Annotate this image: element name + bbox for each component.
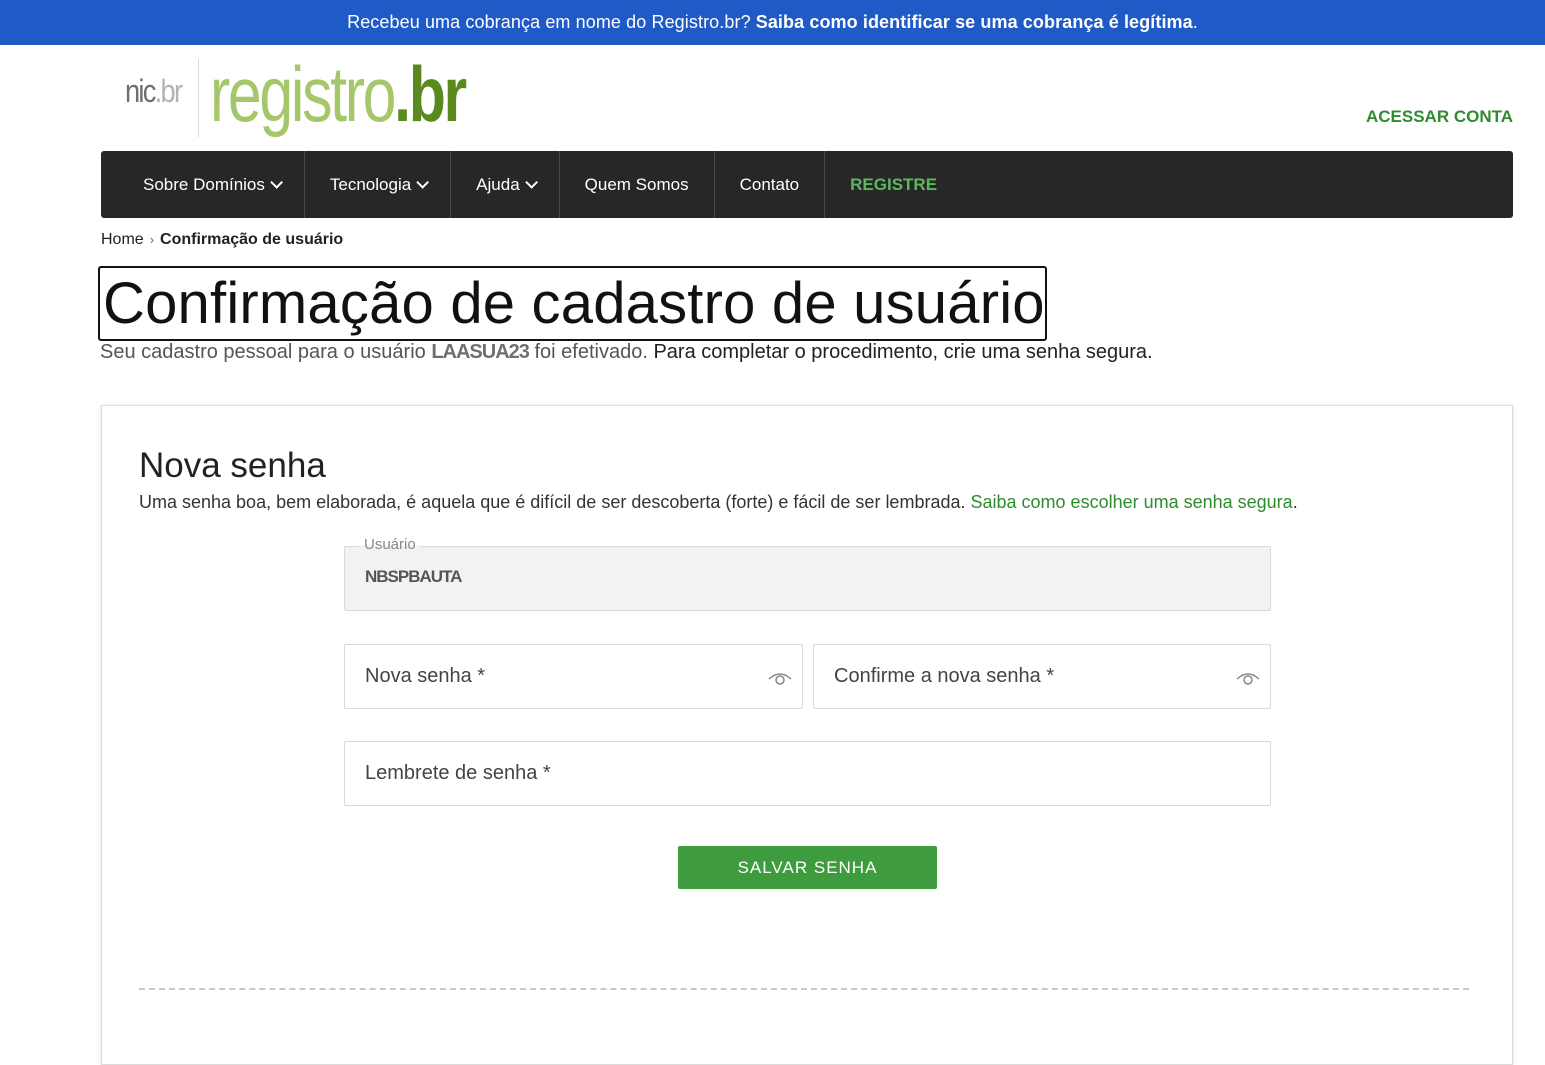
card-description: Uma senha boa, bem elaborada, é aquela q… — [139, 492, 1298, 513]
new-password-placeholder: Nova senha * — [365, 665, 486, 687]
registro-br-logo[interactable]: registro.br — [210, 49, 467, 140]
username-value: NBSPBAUTA — [365, 567, 462, 586]
subtitle-start: Seu cadastro pessoal para o usuário — [100, 341, 426, 363]
registro-logo-text: registro — [210, 50, 396, 138]
nav-item-label: Tecnologia — [329, 174, 412, 194]
card-title: Nova senha — [139, 446, 326, 485]
chevron-down-icon — [416, 176, 430, 189]
nav-item-ajuda[interactable]: Ajuda — [451, 151, 560, 218]
password-hint-placeholder: Lembrete de senha * — [365, 762, 551, 784]
nav-item-quem-somos[interactable]: Quem Somos — [560, 151, 715, 218]
eye-icon[interactable] — [768, 667, 792, 687]
section-divider — [139, 988, 1469, 990]
username-field: Usuário NBSPBAUTA — [344, 536, 1271, 611]
confirm-password-field[interactable]: Confirme a nova senha * — [813, 644, 1271, 709]
nav-item-registre[interactable]: REGISTRE — [825, 151, 962, 218]
page-title: Confirmação de cadastro de usuário — [98, 266, 1047, 341]
alert-text: Recebeu uma cobrança em nome do Registro… — [347, 12, 751, 32]
top-alert-banner: Recebeu uma cobrança em nome do Registro… — [0, 0, 1545, 45]
nic-br-logo[interactable]: nic.br — [125, 73, 183, 110]
breadcrumb: Home › Confirmação de usuário — [101, 231, 343, 249]
subtitle-username: LAASUA23 — [431, 341, 530, 363]
nic-logo-br: .br — [154, 73, 183, 109]
eye-icon[interactable] — [1236, 667, 1260, 687]
site-header: nic.br registro.br ACESSAR CONTA — [0, 45, 1545, 151]
password-card: Nova senha Uma senha boa, bem elaborada,… — [101, 405, 1513, 1065]
username-label: Usuário — [359, 536, 421, 553]
chevron-down-icon — [270, 176, 283, 189]
password-hint-field[interactable]: Lembrete de senha * — [344, 741, 1271, 806]
nav-item-contato[interactable]: Contato — [715, 151, 826, 218]
alert-link[interactable]: Saiba como identificar se uma cobrança é… — [756, 12, 1193, 33]
card-desc-end: . — [1292, 492, 1298, 512]
breadcrumb-separator: › — [149, 232, 155, 247]
nav-item-sobre-dominios[interactable]: Sobre Domínios — [101, 151, 305, 218]
confirm-password-placeholder: Confirme a nova senha * — [834, 665, 1055, 687]
subtitle-strong: Para completar o procedimento, crie uma … — [653, 341, 1153, 363]
card-desc-text: Uma senha boa, bem elaborada, é aquela q… — [139, 492, 966, 512]
nic-logo-text: nic — [125, 73, 156, 109]
page-subtitle: Seu cadastro pessoal para o usuário LAAS… — [100, 341, 1153, 364]
save-password-button[interactable]: SALVAR SENHA — [678, 846, 937, 889]
nav-item-label: Quem Somos — [584, 174, 689, 194]
main-nav: Sobre Domínios Tecnologia Ajuda Quem Som… — [101, 151, 1513, 218]
chevron-down-icon — [524, 176, 538, 189]
nav-item-label: Ajuda — [476, 174, 520, 194]
alert-end: . — [1192, 12, 1198, 32]
logo-divider — [198, 59, 199, 137]
nav-item-tecnologia[interactable]: Tecnologia — [305, 151, 452, 218]
access-account-link[interactable]: ACESSAR CONTA — [1366, 107, 1513, 127]
breadcrumb-home[interactable]: Home — [101, 231, 144, 248]
secure-password-link[interactable]: Saiba como escolher uma senha segura — [971, 492, 1293, 512]
nav-item-label: Contato — [739, 174, 800, 194]
nav-item-label: REGISTRE — [850, 174, 938, 194]
nav-item-label: Sobre Domínios — [143, 174, 265, 194]
new-password-field[interactable]: Nova senha * — [344, 644, 803, 709]
subtitle-mid: foi efetivado. — [534, 341, 648, 363]
registro-logo-br: .br — [394, 50, 467, 138]
breadcrumb-current: Confirmação de usuário — [160, 231, 344, 248]
